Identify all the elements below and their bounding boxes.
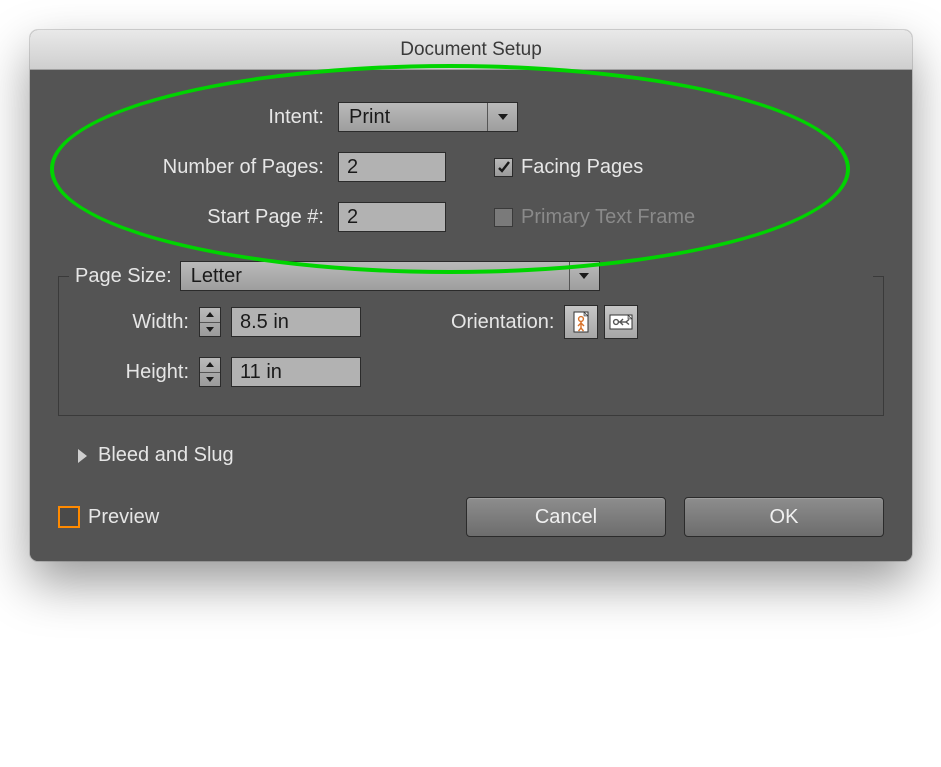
preview-option[interactable]: Preview bbox=[58, 506, 159, 529]
primary-text-frame-label: Primary Text Frame bbox=[521, 206, 695, 229]
pages-value: 2 bbox=[347, 156, 358, 179]
orientation-label: Orientation: bbox=[451, 311, 554, 334]
facing-pages-label: Facing Pages bbox=[521, 156, 643, 179]
height-input[interactable]: 11 in bbox=[231, 357, 361, 387]
intent-select[interactable]: Print bbox=[338, 102, 518, 132]
width-height-row: Width: 8.5 in Orientation: bbox=[81, 305, 861, 339]
primary-text-frame-checkbox bbox=[494, 208, 513, 227]
startpage-value: 2 bbox=[347, 206, 358, 229]
portrait-icon bbox=[571, 311, 591, 333]
intent-row: Intent: Print bbox=[58, 102, 884, 132]
pages-row: Number of Pages: 2 Facing Pages bbox=[58, 152, 884, 182]
bleed-slug-disclosure[interactable]: Bleed and Slug bbox=[78, 444, 884, 467]
startpage-input[interactable]: 2 bbox=[338, 202, 446, 232]
step-down-icon[interactable] bbox=[200, 323, 220, 337]
width-input[interactable]: 8.5 in bbox=[231, 307, 361, 337]
startpage-row: Start Page #: 2 Primary Text Frame bbox=[58, 202, 884, 232]
pages-input[interactable]: 2 bbox=[338, 152, 446, 182]
height-row: Height: 11 in bbox=[81, 357, 861, 387]
height-stepper[interactable] bbox=[199, 357, 221, 387]
titlebar: Document Setup bbox=[30, 30, 912, 70]
intent-value: Print bbox=[339, 106, 487, 129]
page-size-select[interactable]: Letter bbox=[180, 261, 600, 291]
pages-label: Number of Pages: bbox=[58, 156, 328, 179]
dialog-body: Intent: Print Number of Pages: 2 bbox=[30, 70, 912, 561]
facing-pages-option[interactable]: Facing Pages bbox=[494, 156, 643, 179]
dialog-title: Document Setup bbox=[400, 39, 542, 61]
primary-text-frame-option: Primary Text Frame bbox=[494, 206, 695, 229]
bleed-slug-label: Bleed and Slug bbox=[98, 444, 234, 467]
chevron-down-icon bbox=[487, 103, 517, 131]
page-size-value: Letter bbox=[181, 265, 569, 288]
preview-label: Preview bbox=[88, 506, 159, 529]
page-size-group: Page Size: Letter Width: 8.5 in bbox=[58, 276, 884, 416]
orientation-landscape-button[interactable] bbox=[604, 305, 638, 339]
width-value: 8.5 in bbox=[240, 311, 289, 334]
facing-pages-checkbox[interactable] bbox=[494, 158, 513, 177]
preview-checkbox[interactable] bbox=[58, 506, 80, 528]
orientation-buttons bbox=[564, 305, 638, 339]
document-setup-dialog: Document Setup Intent: Print Number of P… bbox=[30, 30, 912, 561]
height-value: 11 in bbox=[240, 361, 282, 384]
intent-label: Intent: bbox=[58, 106, 328, 129]
ok-button[interactable]: OK bbox=[684, 497, 884, 537]
width-label: Width: bbox=[81, 311, 189, 334]
height-label: Height: bbox=[81, 361, 189, 384]
dialog-footer: Preview Cancel OK bbox=[58, 497, 884, 537]
page-size-label: Page Size: bbox=[75, 265, 172, 288]
width-stepper[interactable] bbox=[199, 307, 221, 337]
step-up-icon[interactable] bbox=[200, 358, 220, 373]
landscape-icon bbox=[609, 312, 633, 332]
chevron-down-icon bbox=[569, 262, 599, 290]
page-size-legend: Page Size: Letter bbox=[69, 261, 873, 291]
step-up-icon[interactable] bbox=[200, 308, 220, 323]
startpage-label: Start Page #: bbox=[58, 206, 328, 229]
step-down-icon[interactable] bbox=[200, 373, 220, 387]
disclosure-triangle-icon bbox=[78, 449, 88, 463]
cancel-button[interactable]: Cancel bbox=[466, 497, 666, 537]
document-options-group: Intent: Print Number of Pages: 2 bbox=[58, 98, 884, 268]
checkmark-icon bbox=[497, 160, 511, 174]
orientation-portrait-button[interactable] bbox=[564, 305, 598, 339]
